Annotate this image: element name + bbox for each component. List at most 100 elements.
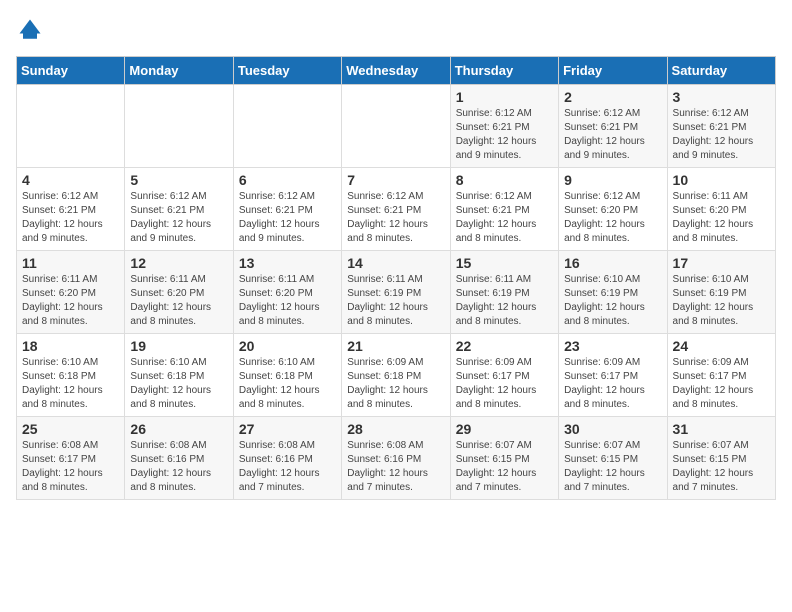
header-saturday: Saturday (667, 57, 775, 85)
day-info: Sunrise: 6:10 AM Sunset: 6:18 PM Dayligh… (130, 356, 227, 412)
day-info: Sunrise: 6:08 AM Sunset: 6:17 PM Dayligh… (22, 439, 119, 495)
calendar-cell: 7 Sunrise: 6:12 AM Sunset: 6:21 PM Daylig… (342, 168, 450, 251)
day-number: 14 (347, 255, 444, 271)
calendar-cell: 26 Sunrise: 6:08 AM Sunset: 6:16 PM Dayli… (125, 417, 233, 500)
calendar-cell: 20 Sunrise: 6:10 AM Sunset: 6:18 PM Dayli… (233, 334, 341, 417)
day-info: Sunrise: 6:12 AM Sunset: 6:20 PM Dayligh… (564, 190, 661, 246)
day-number: 4 (22, 172, 119, 188)
day-info: Sunrise: 6:12 AM Sunset: 6:21 PM Dayligh… (22, 190, 119, 246)
day-info: Sunrise: 6:08 AM Sunset: 6:16 PM Dayligh… (239, 439, 336, 495)
day-info: Sunrise: 6:07 AM Sunset: 6:15 PM Dayligh… (673, 439, 770, 495)
day-info: Sunrise: 6:12 AM Sunset: 6:21 PM Dayligh… (456, 190, 553, 246)
header-wednesday: Wednesday (342, 57, 450, 85)
week-row-2: 4 Sunrise: 6:12 AM Sunset: 6:21 PM Daylig… (17, 168, 776, 251)
day-number: 19 (130, 338, 227, 354)
calendar-cell (17, 85, 125, 168)
day-number: 16 (564, 255, 661, 271)
calendar-cell: 28 Sunrise: 6:08 AM Sunset: 6:16 PM Dayli… (342, 417, 450, 500)
calendar-cell: 18 Sunrise: 6:10 AM Sunset: 6:18 PM Dayli… (17, 334, 125, 417)
calendar-cell: 22 Sunrise: 6:09 AM Sunset: 6:17 PM Dayli… (450, 334, 558, 417)
day-info: Sunrise: 6:11 AM Sunset: 6:20 PM Dayligh… (130, 273, 227, 329)
day-info: Sunrise: 6:12 AM Sunset: 6:21 PM Dayligh… (347, 190, 444, 246)
calendar-cell: 13 Sunrise: 6:11 AM Sunset: 6:20 PM Dayli… (233, 251, 341, 334)
day-info: Sunrise: 6:11 AM Sunset: 6:20 PM Dayligh… (239, 273, 336, 329)
day-info: Sunrise: 6:12 AM Sunset: 6:21 PM Dayligh… (239, 190, 336, 246)
day-info: Sunrise: 6:07 AM Sunset: 6:15 PM Dayligh… (564, 439, 661, 495)
day-info: Sunrise: 6:12 AM Sunset: 6:21 PM Dayligh… (456, 107, 553, 163)
day-info: Sunrise: 6:07 AM Sunset: 6:15 PM Dayligh… (456, 439, 553, 495)
day-number: 3 (673, 89, 770, 105)
header-sunday: Sunday (17, 57, 125, 85)
header (16, 16, 776, 44)
day-info: Sunrise: 6:09 AM Sunset: 6:18 PM Dayligh… (347, 356, 444, 412)
day-number: 29 (456, 421, 553, 437)
day-info: Sunrise: 6:12 AM Sunset: 6:21 PM Dayligh… (130, 190, 227, 246)
calendar-cell: 10 Sunrise: 6:11 AM Sunset: 6:20 PM Dayli… (667, 168, 775, 251)
week-row-1: 1 Sunrise: 6:12 AM Sunset: 6:21 PM Daylig… (17, 85, 776, 168)
calendar-cell (342, 85, 450, 168)
day-number: 23 (564, 338, 661, 354)
week-row-5: 25Sunrise: 6:08 AM Sunset: 6:17 PM Dayli… (17, 417, 776, 500)
day-number: 5 (130, 172, 227, 188)
logo (16, 16, 48, 44)
day-number: 15 (456, 255, 553, 271)
day-number: 10 (673, 172, 770, 188)
day-info: Sunrise: 6:08 AM Sunset: 6:16 PM Dayligh… (130, 439, 227, 495)
day-number: 6 (239, 172, 336, 188)
header-friday: Friday (559, 57, 667, 85)
day-number: 12 (130, 255, 227, 271)
day-info: Sunrise: 6:10 AM Sunset: 6:19 PM Dayligh… (673, 273, 770, 329)
header-thursday: Thursday (450, 57, 558, 85)
calendar-cell: 6 Sunrise: 6:12 AM Sunset: 6:21 PM Daylig… (233, 168, 341, 251)
calendar-cell: 14 Sunrise: 6:11 AM Sunset: 6:19 PM Dayli… (342, 251, 450, 334)
day-number: 18 (22, 338, 119, 354)
day-info: Sunrise: 6:11 AM Sunset: 6:19 PM Dayligh… (456, 273, 553, 329)
day-number: 24 (673, 338, 770, 354)
calendar-cell: 19 Sunrise: 6:10 AM Sunset: 6:18 PM Dayli… (125, 334, 233, 417)
day-info: Sunrise: 6:10 AM Sunset: 6:18 PM Dayligh… (239, 356, 336, 412)
day-info: Sunrise: 6:11 AM Sunset: 6:20 PM Dayligh… (22, 273, 119, 329)
calendar-cell: 9 Sunrise: 6:12 AM Sunset: 6:20 PM Daylig… (559, 168, 667, 251)
calendar-cell: 29 Sunrise: 6:07 AM Sunset: 6:15 PM Dayli… (450, 417, 558, 500)
day-info: Sunrise: 6:11 AM Sunset: 6:19 PM Dayligh… (347, 273, 444, 329)
header-tuesday: Tuesday (233, 57, 341, 85)
calendar-cell: 4 Sunrise: 6:12 AM Sunset: 6:21 PM Daylig… (17, 168, 125, 251)
day-info: Sunrise: 6:12 AM Sunset: 6:21 PM Dayligh… (564, 107, 661, 163)
day-info: Sunrise: 6:10 AM Sunset: 6:18 PM Dayligh… (22, 356, 119, 412)
calendar-cell: 21 Sunrise: 6:09 AM Sunset: 6:18 PM Dayli… (342, 334, 450, 417)
day-number: 26 (130, 421, 227, 437)
day-number: 1 (456, 89, 553, 105)
day-number: 22 (456, 338, 553, 354)
day-info: Sunrise: 6:11 AM Sunset: 6:20 PM Dayligh… (673, 190, 770, 246)
calendar-cell: 23 Sunrise: 6:09 AM Sunset: 6:17 PM Dayli… (559, 334, 667, 417)
calendar-cell: 30 Sunrise: 6:07 AM Sunset: 6:15 PM Dayli… (559, 417, 667, 500)
calendar-cell (125, 85, 233, 168)
calendar-cell: 15 Sunrise: 6:11 AM Sunset: 6:19 PM Dayli… (450, 251, 558, 334)
day-number: 2 (564, 89, 661, 105)
day-number: 17 (673, 255, 770, 271)
day-number: 21 (347, 338, 444, 354)
calendar-cell: 5 Sunrise: 6:12 AM Sunset: 6:21 PM Daylig… (125, 168, 233, 251)
calendar-cell: 17 Sunrise: 6:10 AM Sunset: 6:19 PM Dayli… (667, 251, 775, 334)
day-info: Sunrise: 6:12 AM Sunset: 6:21 PM Dayligh… (673, 107, 770, 163)
day-number: 30 (564, 421, 661, 437)
day-info: Sunrise: 6:09 AM Sunset: 6:17 PM Dayligh… (564, 356, 661, 412)
day-number: 27 (239, 421, 336, 437)
day-number: 20 (239, 338, 336, 354)
day-info: Sunrise: 6:10 AM Sunset: 6:19 PM Dayligh… (564, 273, 661, 329)
calendar-cell (233, 85, 341, 168)
day-number: 28 (347, 421, 444, 437)
day-number: 7 (347, 172, 444, 188)
day-info: Sunrise: 6:08 AM Sunset: 6:16 PM Dayligh… (347, 439, 444, 495)
calendar-table: SundayMondayTuesdayWednesdayThursdayFrid… (16, 56, 776, 500)
calendar-cell: 2 Sunrise: 6:12 AM Sunset: 6:21 PM Daylig… (559, 85, 667, 168)
day-number: 13 (239, 255, 336, 271)
calendar-cell: 8Sunrise: 6:12 AM Sunset: 6:21 PM Daylig… (450, 168, 558, 251)
calendar-cell: 25Sunrise: 6:08 AM Sunset: 6:17 PM Dayli… (17, 417, 125, 500)
day-number: 9 (564, 172, 661, 188)
calendar-cell: 27 Sunrise: 6:08 AM Sunset: 6:16 PM Dayli… (233, 417, 341, 500)
day-info: Sunrise: 6:09 AM Sunset: 6:17 PM Dayligh… (456, 356, 553, 412)
calendar-cell: 16 Sunrise: 6:10 AM Sunset: 6:19 PM Dayli… (559, 251, 667, 334)
week-row-4: 18 Sunrise: 6:10 AM Sunset: 6:18 PM Dayli… (17, 334, 776, 417)
header-row: SundayMondayTuesdayWednesdayThursdayFrid… (17, 57, 776, 85)
